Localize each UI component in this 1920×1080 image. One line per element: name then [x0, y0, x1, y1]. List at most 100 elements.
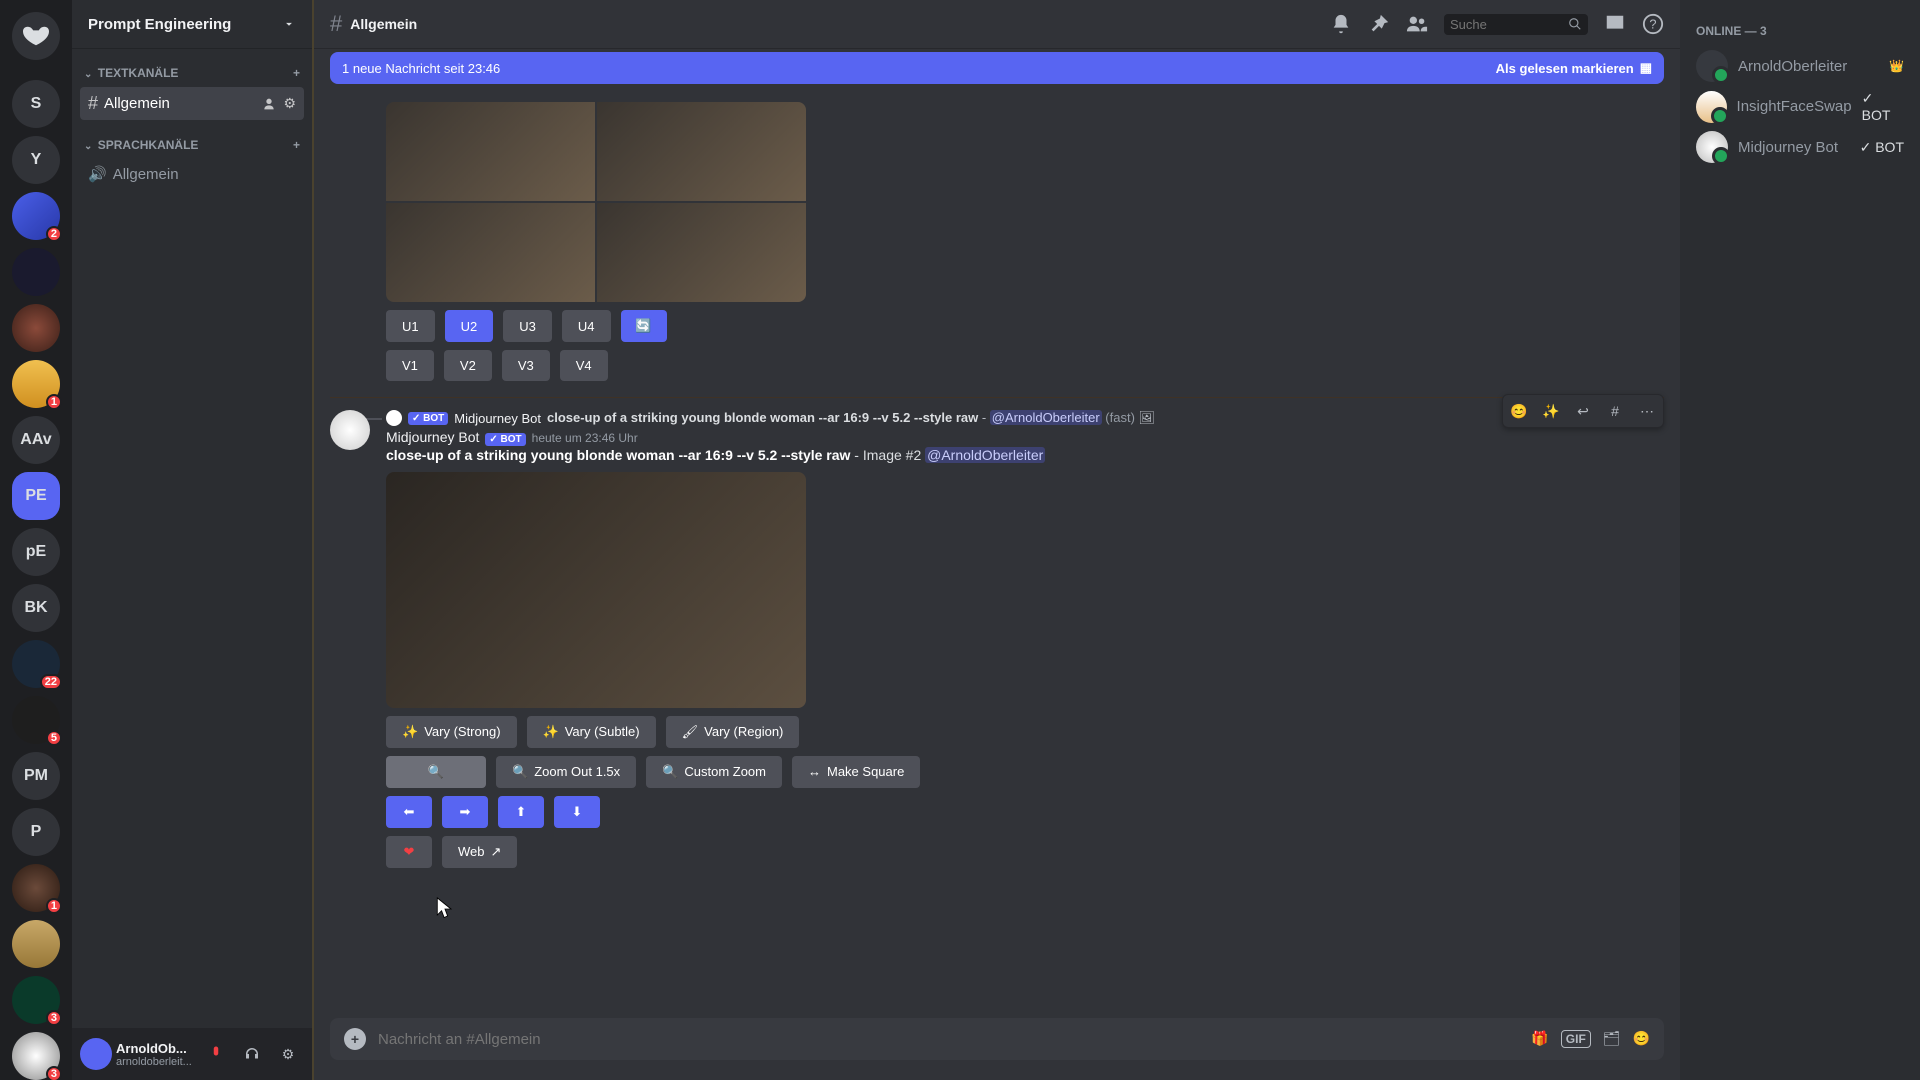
chat-header: # Allgemein ? [314, 0, 1680, 48]
zoom-2x-button[interactable]: 🔍 [386, 756, 486, 788]
make-square-button[interactable]: ↔Make Square [792, 756, 920, 788]
add-channel-icon[interactable]: + [293, 138, 300, 152]
add-channel-icon[interactable]: + [293, 66, 300, 80]
unread-bar[interactable]: 1 neue Nachricht seit 23:46 Als gelesen … [330, 52, 1664, 84]
emoji-icon[interactable]: 😊 [1633, 1030, 1650, 1048]
pan-right-button[interactable]: ➡ [442, 796, 488, 828]
server-item[interactable]: S [12, 80, 60, 128]
message: 😊 ✨ ↩ # ⋯ ✓ BOT Midjourney Bot close-up … [314, 406, 1680, 872]
dm-button[interactable] [12, 12, 60, 60]
pan-up-button[interactable]: ⬆ [498, 796, 544, 828]
bot-tag: ✓ BOT [408, 412, 448, 425]
help-icon[interactable]: ? [1642, 13, 1664, 35]
voice-channel-item[interactable]: 🔊 Allgemein [80, 159, 304, 189]
author-avatar[interactable] [330, 410, 370, 450]
server-item[interactable]: AAv [12, 416, 60, 464]
server-item[interactable]: 22 [12, 640, 60, 688]
server-item[interactable]: 1 [12, 360, 60, 408]
threads-icon[interactable] [1292, 13, 1314, 35]
custom-zoom-button[interactable]: 🔍Custom Zoom [646, 756, 782, 788]
pinned-icon[interactable] [1368, 13, 1390, 35]
channel-title: Allgemein [350, 16, 1292, 32]
server-item[interactable]: pE [12, 528, 60, 576]
user-name: ArnoldOb... [116, 1041, 196, 1056]
vary-region-button[interactable]: 🖌Vary (Region) [666, 716, 800, 748]
gear-icon[interactable]: ⚙ [283, 95, 296, 112]
pan-left-button[interactable]: ⬅ [386, 796, 432, 828]
attach-button[interactable]: + [344, 1028, 366, 1050]
favorite-button[interactable]: ❤ [386, 836, 432, 868]
chevron-down-icon [282, 17, 296, 31]
member-item[interactable]: Midjourney Bot ✓ BOT [1688, 127, 1912, 167]
server-item[interactable]: 5 [12, 696, 60, 744]
compose-area: + 🎁 GIF 🗂 😊 [314, 1018, 1680, 1080]
mark-read[interactable]: Als gelesen markieren [1496, 61, 1634, 76]
main-area: # Allgemein ? 1 neue Nachricht seit 23:4… [312, 0, 1680, 1080]
svg-text:?: ? [1649, 17, 1656, 32]
vary-subtle-button[interactable]: ✨Vary (Subtle) [527, 716, 656, 748]
server-item[interactable]: 3 [12, 1032, 60, 1080]
v1-button[interactable]: V1 [386, 350, 434, 381]
reroll-button[interactable]: 🔄 [621, 310, 667, 342]
bot-tag: ✓ BOT [1862, 90, 1904, 123]
mute-mic-button[interactable] [200, 1038, 232, 1070]
upscaled-image[interactable] [386, 472, 806, 708]
settings-button[interactable]: ⚙ [272, 1038, 304, 1070]
server-item[interactable]: 2 [12, 192, 60, 240]
v2-button[interactable]: V2 [444, 350, 492, 381]
reply-reference[interactable]: ✓ BOT Midjourney Bot close-up of a strik… [386, 410, 1664, 426]
server-item[interactable]: Y [12, 136, 60, 184]
notifications-icon[interactable] [1330, 13, 1352, 35]
web-button[interactable]: Web ↗ [442, 836, 517, 868]
pan-down-button[interactable]: ⬇ [554, 796, 600, 828]
zoom-1-5x-button[interactable]: 🔍Zoom Out 1.5x [496, 756, 636, 788]
server-item[interactable] [12, 920, 60, 968]
gif-icon[interactable]: GIF [1561, 1030, 1591, 1048]
channel-item-allgemein[interactable]: # Allgemein ⚙ [80, 87, 304, 120]
message-input[interactable] [378, 1031, 1519, 1048]
search-icon [1568, 17, 1582, 31]
gift-icon[interactable]: 🎁 [1531, 1030, 1548, 1048]
sticker-icon[interactable]: 🗂 [1603, 1030, 1621, 1048]
server-item[interactable]: PM [12, 752, 60, 800]
server-item[interactable]: P [12, 808, 60, 856]
member-avatar [1696, 91, 1727, 123]
server-header[interactable]: Prompt Engineering [72, 0, 312, 48]
server-item[interactable]: 1 [12, 864, 60, 912]
member-item[interactable]: ArnoldOberleiter 👑 [1688, 46, 1912, 86]
channel-category-voice[interactable]: ⌄ SPRACHKANÄLE + [80, 132, 304, 158]
server-item[interactable]: 3 [12, 976, 60, 1024]
u3-button[interactable]: U3 [503, 310, 552, 342]
user-avatar[interactable] [80, 1038, 112, 1070]
u1-button[interactable]: U1 [386, 310, 435, 342]
deafen-button[interactable] [236, 1038, 268, 1070]
reply-avatar [386, 410, 402, 426]
u4-button[interactable]: U4 [562, 310, 611, 342]
member-item[interactable]: InsightFaceSwap ✓ BOT [1688, 86, 1912, 127]
channel-category-text[interactable]: ⌄ TEXTKANÄLE + [80, 60, 304, 86]
search-box[interactable] [1444, 14, 1588, 35]
author-name[interactable]: Midjourney Bot [386, 429, 479, 445]
invite-icon[interactable] [263, 96, 279, 112]
server-item[interactable]: BK [12, 584, 60, 632]
member-avatar [1696, 131, 1728, 163]
members-icon[interactable] [1406, 13, 1428, 35]
new-divider [330, 397, 1664, 398]
message-list[interactable]: 1 neue Nachricht seit 23:46 Als gelesen … [314, 48, 1680, 1018]
server-item[interactable] [12, 248, 60, 296]
user-panel: ArnoldOb... arnoldoberleit... ⚙ [72, 1028, 312, 1080]
u2-button[interactable]: U2 [445, 310, 494, 342]
image-grid[interactable] [386, 102, 806, 302]
inbox-icon[interactable] [1604, 13, 1626, 35]
bot-tag: ✓ BOT [485, 433, 525, 446]
server-item-active[interactable]: PE [12, 472, 60, 520]
server-list: S Y 2 1 AAv PE pE BK 22 5 PM P 1 3 3 [0, 0, 72, 1080]
member-header: ONLINE — 3 [1688, 16, 1912, 46]
v3-button[interactable]: V3 [502, 350, 550, 381]
compose-box[interactable]: + 🎁 GIF 🗂 😊 [330, 1018, 1664, 1060]
member-list: ONLINE — 3 ArnoldOberleiter 👑 InsightFac… [1680, 0, 1920, 1080]
search-input[interactable] [1450, 17, 1568, 32]
v4-button[interactable]: V4 [560, 350, 608, 381]
server-item[interactable] [12, 304, 60, 352]
vary-strong-button[interactable]: ✨Vary (Strong) [386, 716, 517, 748]
